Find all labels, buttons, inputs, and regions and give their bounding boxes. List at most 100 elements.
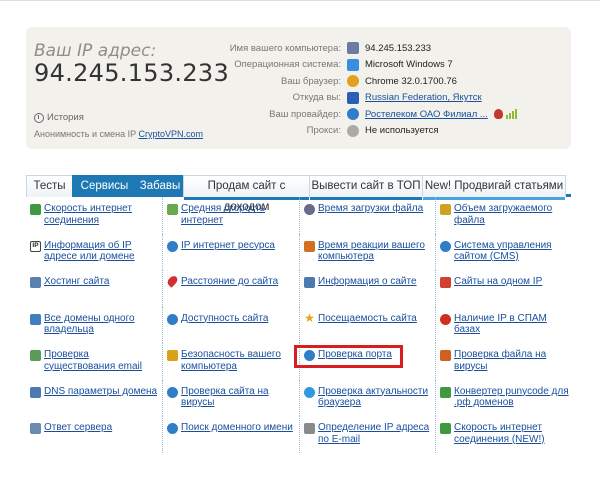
service-link[interactable]: Время загрузки файла: [318, 203, 423, 215]
service-item: Наличие IP в СПАМ базах: [435, 306, 571, 343]
service-link[interactable]: Средняя скорость интернет: [181, 203, 297, 226]
service-link[interactable]: Время реакции вашего компьютера: [318, 240, 433, 263]
flag-icon: [347, 91, 359, 104]
service-link[interactable]: Проверка порта: [318, 349, 392, 361]
service-item: Хостинг сайта: [26, 270, 162, 307]
browser-icon: [304, 386, 315, 398]
spam-icon: [440, 313, 451, 325]
service-item: Средняя скорость интернет: [162, 197, 299, 234]
speed-new-icon: [440, 423, 451, 434]
resource-ip-icon: [167, 240, 178, 252]
info-value[interactable]: Russian Federation, Якутск: [365, 92, 482, 103]
services-grid: Скорость интернет соединения Средняя скор…: [26, 197, 571, 453]
availability-icon: [167, 313, 178, 325]
service-item: Проверка актуальности браузера: [299, 379, 435, 416]
info-row: Ваш провайдер: Ростелеком ОАО Филиал ...: [174, 106, 517, 123]
port-icon: [304, 350, 315, 361]
tab-label: Тесты: [33, 180, 66, 192]
site-info-icon: [304, 277, 315, 288]
service-link[interactable]: Ответ сервера: [44, 422, 112, 434]
service-item: Проверка существования email: [26, 343, 162, 380]
service-link[interactable]: Объем загружаемого файла: [454, 203, 569, 226]
service-item: Расстояние до сайта: [162, 270, 299, 307]
tab-1[interactable]: Тесты: [26, 175, 73, 197]
info-value: 94.245.153.233: [365, 42, 432, 54]
service-link[interactable]: Доступность сайта: [181, 313, 268, 325]
service-item: Определение IP адреса по E-mail: [299, 416, 435, 453]
service-link[interactable]: Скорость интернет соединения (NEW!): [454, 422, 569, 445]
tab-3[interactable]: Забавы: [136, 175, 184, 197]
ip-icon: IP: [30, 240, 41, 252]
info-key: Прокси:: [306, 125, 341, 137]
speed-icon: [30, 204, 41, 215]
server-icon: [30, 423, 41, 434]
info-key: Имя вашего компьютера:: [229, 42, 341, 54]
info-row: Операционная система: Microsoft Windows 7: [174, 57, 517, 74]
service-item: IP Информация об IP адресе или домене: [26, 234, 162, 271]
dns-icon: [30, 386, 41, 398]
service-item: Доступность сайта: [162, 306, 299, 343]
info-row: Ваш браузер: Chrome 32.0.1700.76: [174, 73, 517, 90]
virus-check-icon: [167, 386, 178, 398]
service-link[interactable]: IP интернет ресурса: [181, 240, 275, 252]
same-ip-icon: [440, 277, 451, 288]
service-link[interactable]: Наличие IP в СПАМ базах: [454, 313, 569, 336]
service-item: Скорость интернет соединения: [26, 197, 162, 234]
service-item: Конвертер punycode для .рф доменов: [435, 379, 571, 416]
signal-bars-icon: [505, 109, 517, 120]
service-link[interactable]: Проверка существования email: [44, 349, 160, 372]
service-link[interactable]: Безопасность вашего компьютера: [181, 349, 297, 372]
service-link[interactable]: Проверка актуальности браузера: [318, 386, 433, 409]
service-item: Проверка сайта на вирусы: [162, 379, 299, 416]
ip-info-panel: Ваш IP адрес: 94.245.153.233 История Ано…: [26, 27, 571, 149]
cms-icon: [440, 240, 451, 252]
service-item: Проверка порта: [294, 343, 435, 380]
service-link[interactable]: Сайты на одном IP: [454, 276, 542, 288]
service-item: Поиск доменного имени: [162, 416, 299, 453]
anonymity-text: Анонимность и смена IP: [34, 129, 136, 139]
info-row: Откуда вы: Russian Federation, Якутск: [174, 90, 517, 107]
tab-label: New! Продвигай статьями: [424, 180, 564, 192]
service-link[interactable]: DNS параметры домена: [44, 386, 157, 398]
service-link[interactable]: Конвертер punycode для .рф доменов: [454, 386, 569, 409]
visitor-info-table: Имя вашего компьютера: 94.245.153.233 Опер…: [174, 40, 517, 139]
service-link[interactable]: Расстояние до сайта: [181, 276, 278, 288]
service-link[interactable]: Скорость интернет соединения: [44, 203, 160, 226]
service-link[interactable]: Проверка файла на вирусы: [454, 349, 569, 372]
service-link[interactable]: Информация об IP адресе или домене: [44, 240, 160, 263]
tab-5[interactable]: Вывести сайт в ТОП: [309, 175, 423, 200]
service-link[interactable]: Информация о сайте: [318, 276, 417, 288]
service-item: Система управления сайтом (CMS): [435, 233, 571, 270]
service-item: Время реакции вашего компьютера: [299, 233, 435, 270]
computer-icon: [347, 42, 359, 55]
history-icon: [34, 112, 44, 123]
email-ip-icon: [304, 423, 315, 434]
tab-4[interactable]: Продам сайт с доходом: [183, 175, 310, 213]
info-value[interactable]: Ростелеком ОАО Филиал ...: [365, 109, 488, 120]
file-virus-icon: [440, 350, 451, 361]
info-value: Chrome 32.0.1700.76: [365, 75, 457, 87]
punycode-icon: [440, 386, 451, 398]
chrome-icon: [347, 75, 359, 88]
info-row: Прокси: Не используется: [174, 123, 517, 140]
tab-2[interactable]: Сервисы: [72, 175, 137, 197]
avg-speed-icon: [167, 204, 178, 215]
proxy-icon: [347, 124, 359, 137]
service-link[interactable]: Все домены одного владельца: [44, 313, 160, 336]
service-link[interactable]: Посещаемость сайта: [318, 313, 417, 325]
service-item: DNS параметры домена: [26, 380, 162, 417]
lock-icon: [167, 350, 178, 361]
service-item: Информация о сайте: [299, 270, 435, 307]
service-link[interactable]: Поиск доменного имени: [181, 422, 293, 434]
top-divider: [0, 0, 600, 1]
service-link[interactable]: Хостинг сайта: [44, 276, 109, 288]
service-item: Безопасность вашего компьютера: [162, 343, 299, 380]
tab-6[interactable]: New! Продвигай статьями: [422, 175, 566, 200]
history-link[interactable]: История: [34, 112, 84, 123]
service-item: ★ Посещаемость сайта: [299, 306, 435, 343]
clock-icon: [304, 204, 315, 215]
service-link[interactable]: Система управления сайтом (CMS): [454, 240, 569, 263]
bug-icon: [493, 109, 503, 120]
service-link[interactable]: Определение IP адреса по E-mail: [318, 422, 433, 445]
service-link[interactable]: Проверка сайта на вирусы: [181, 386, 297, 409]
